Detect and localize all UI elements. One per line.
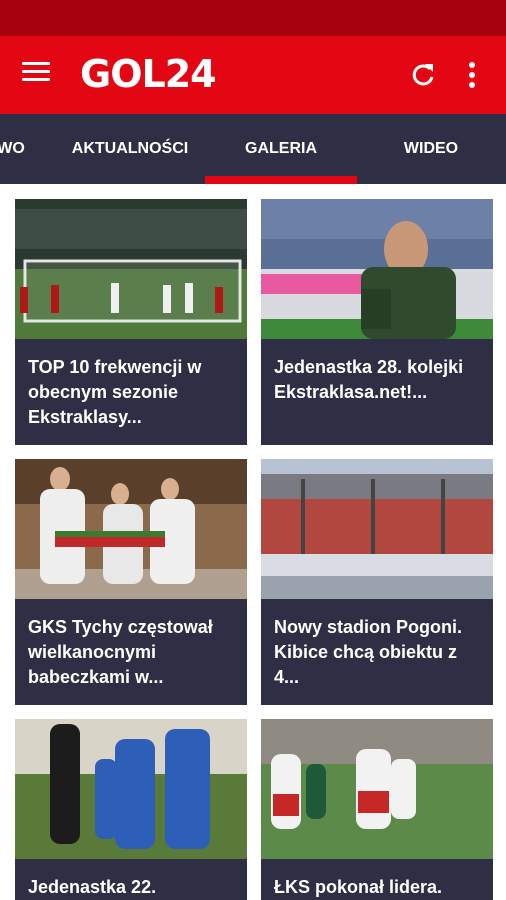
gallery-thumbnail <box>15 199 247 339</box>
refresh-icon[interactable] <box>408 60 438 90</box>
tab-prev[interactable]: WO <box>0 114 26 184</box>
tab-wideo[interactable]: WIDEO <box>370 114 492 184</box>
tab-aktualnosci[interactable]: AKTUALNOŚCI <box>60 114 200 184</box>
tab-indicator <box>205 176 357 184</box>
gallery-card-title: Jedenastka 28. kolejki Ekstraklasa.net!.… <box>274 357 464 402</box>
app-logo: GOL24 <box>80 52 217 96</box>
gallery-card-title: Jedenastka 22. <box>28 877 157 897</box>
gallery-thumbnail <box>261 199 493 339</box>
more-vertical-icon[interactable] <box>462 60 482 90</box>
gallery-card[interactable]: TOP 10 frekwencji w obecnym sezonie Ekst… <box>15 199 247 445</box>
gallery-thumbnail <box>15 459 247 599</box>
gallery-card[interactable]: Nowy stadion Pogoni. Kibice chcą obiektu… <box>261 459 493 705</box>
tab-galeria[interactable]: GALERIA <box>205 114 357 184</box>
gallery-thumbnail <box>15 719 247 859</box>
tab-bar: WO AKTUALNOŚCI GALERIA WIDEO <box>0 114 506 184</box>
gallery-card[interactable]: ŁKS pokonał lidera. <box>261 719 493 900</box>
gallery-card[interactable]: Jedenastka 22. <box>15 719 247 900</box>
hamburger-menu-icon[interactable] <box>22 62 58 88</box>
app-bar: GOL24 <box>0 36 506 114</box>
gallery-card-title: GKS Tychy częstował wielkanocnymi babecz… <box>28 617 213 687</box>
gallery-thumbnail <box>261 459 493 599</box>
gallery-card[interactable]: GKS Tychy częstował wielkanocnymi babecz… <box>15 459 247 705</box>
gallery-thumbnail <box>261 719 493 859</box>
gallery-card-title: TOP 10 frekwencji w obecnym sezonie Ekst… <box>28 357 202 427</box>
gallery-card-title: ŁKS pokonał lidera. <box>274 877 443 897</box>
status-bar <box>0 0 506 36</box>
gallery-card[interactable]: Jedenastka 28. kolejki Ekstraklasa.net!.… <box>261 199 493 445</box>
gallery-grid: TOP 10 frekwencji w obecnym sezonie Ekst… <box>0 184 506 900</box>
gallery-card-title: Nowy stadion Pogoni. Kibice chcą obiektu… <box>274 617 462 687</box>
